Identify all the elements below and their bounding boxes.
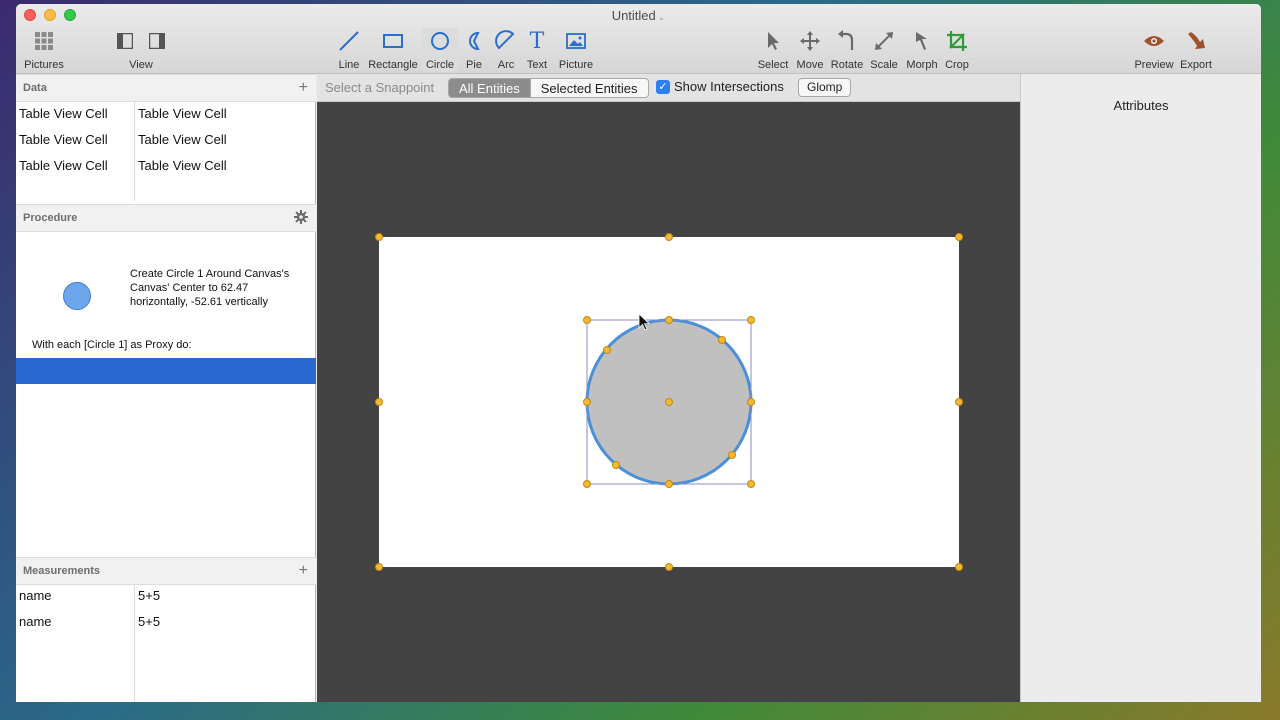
add-measurement-button[interactable]: + (299, 562, 308, 580)
tool-rotate[interactable]: Rotate (830, 28, 864, 71)
pie-icon (463, 28, 485, 54)
export-button[interactable]: Export (1178, 28, 1214, 71)
app-window: Untitled ⌄ Pictures View Line Rectangle … (16, 4, 1261, 702)
rectangle-icon (382, 28, 404, 54)
tool-scale[interactable]: Scale (868, 28, 900, 71)
data-section-header: Data + (16, 74, 316, 102)
data-row[interactable]: Table View Cell Table View Cell (16, 154, 316, 180)
left-sidebar: Data + Table View Cell Table View Cell T… (16, 74, 316, 702)
entity-segmented-control: All Entities Selected Entities (448, 78, 649, 98)
attributes-title: Attributes (1113, 98, 1169, 113)
artboard-handle[interactable] (955, 233, 963, 241)
circle-icon (429, 28, 451, 54)
export-icon (1185, 28, 1207, 54)
arc-icon (495, 28, 517, 54)
glomp-button[interactable]: Glomp (798, 78, 852, 97)
artboard-handle[interactable] (955, 398, 963, 406)
sidebar-toggle-icon (117, 28, 165, 54)
selection-handle[interactable] (583, 480, 591, 488)
procedure-step-text[interactable]: Create Circle 1 Around Canvas's Canvas' … (130, 267, 290, 309)
line-icon (338, 28, 360, 54)
artboard-handle[interactable] (665, 563, 673, 571)
artboard-handle[interactable] (665, 233, 673, 241)
measurement-row[interactable]: name 5+5 (16, 584, 316, 610)
selection-handle[interactable] (747, 398, 755, 406)
measurements-section-header: Measurements + (16, 557, 316, 585)
tool-arc[interactable]: Arc (494, 28, 518, 71)
tool-crop[interactable]: Crop (942, 28, 972, 71)
circle-snappoint[interactable] (612, 461, 620, 469)
selection-handle[interactable] (747, 480, 755, 488)
cursor-icon (764, 28, 782, 54)
artboard-handle[interactable] (955, 563, 963, 571)
artboard-handle[interactable] (375, 563, 383, 571)
tool-picture[interactable]: Picture (556, 28, 596, 71)
circle-snappoint[interactable] (718, 336, 726, 344)
move-icon (799, 28, 821, 54)
selection-handle[interactable] (665, 480, 673, 488)
artboard-handle[interactable] (375, 233, 383, 241)
picture-icon (565, 28, 587, 54)
tool-move[interactable]: Move (794, 28, 826, 71)
view-button[interactable]: View (116, 28, 166, 71)
crop-icon (946, 28, 968, 54)
segment-selected-entities[interactable]: Selected Entities (529, 79, 648, 97)
measurement-row[interactable]: name 5+5 (16, 610, 316, 636)
titlebar: Untitled ⌄ Pictures View Line Rectangle … (16, 4, 1261, 74)
tool-pie[interactable]: Pie (463, 28, 485, 71)
snappoint-label: Select a Snappoint (325, 80, 435, 95)
circle-snappoint[interactable] (728, 451, 736, 459)
procedure-circle-thumbnail (63, 282, 91, 310)
morph-icon (911, 28, 933, 54)
procedure-section-header: Procedure (16, 204, 316, 232)
preview-button[interactable]: Preview (1134, 28, 1174, 71)
canvas-overlay (375, 233, 963, 571)
show-intersections-label[interactable]: Show Intersections (674, 79, 784, 94)
procedure-selected-step[interactable] (16, 358, 316, 384)
tool-rectangle[interactable]: Rectangle (366, 28, 420, 71)
canvas-area[interactable] (317, 102, 1020, 702)
circle-center-handle[interactable] (665, 398, 673, 406)
snappoint-bar: Select a Snappoint All Entities Selected… (317, 74, 1020, 102)
eye-icon (1143, 28, 1165, 54)
gear-icon[interactable] (294, 210, 308, 229)
text-icon: T (529, 28, 545, 54)
artboard-handle[interactable] (375, 398, 383, 406)
circle-snappoint[interactable] (603, 346, 611, 354)
attributes-panel: Attributes (1020, 74, 1261, 702)
tool-circle[interactable]: Circle (422, 28, 458, 72)
scale-icon (873, 28, 895, 54)
grid-icon (35, 28, 53, 54)
add-data-button[interactable]: + (299, 79, 308, 97)
selection-handle[interactable] (747, 316, 755, 324)
data-row[interactable]: Table View Cell Table View Cell (16, 102, 316, 128)
pictures-button[interactable]: Pictures (24, 28, 64, 71)
tool-morph[interactable]: Morph (904, 28, 940, 71)
procedure-loop-text[interactable]: With each [Circle 1] as Proxy do: (32, 339, 192, 351)
show-intersections-checkbox[interactable]: ✓ (656, 80, 670, 94)
window-title[interactable]: Untitled ⌄ (16, 8, 1261, 23)
selection-handle[interactable] (583, 316, 591, 324)
tool-text[interactable]: T Text (524, 28, 550, 72)
data-row[interactable]: Table View Cell Table View Cell (16, 128, 316, 154)
tool-select[interactable]: Select (756, 28, 790, 71)
selection-handle[interactable] (665, 316, 673, 324)
chevron-down-icon: ⌄ (657, 12, 666, 22)
rotate-icon (836, 28, 858, 54)
segment-all-entities[interactable]: All Entities (449, 79, 530, 97)
tool-line[interactable]: Line (336, 28, 362, 71)
selection-handle[interactable] (583, 398, 591, 406)
